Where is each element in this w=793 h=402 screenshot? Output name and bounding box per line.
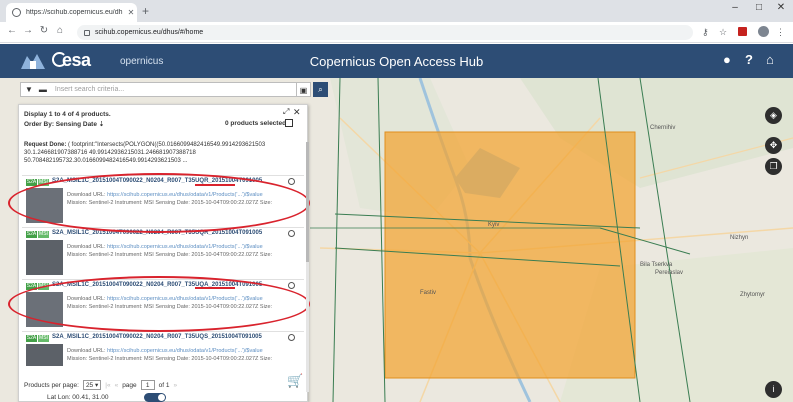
close-tab-icon[interactable]: ✕ — [125, 8, 137, 17]
map-label: Bila Tserkva — [640, 262, 673, 268]
help-icon[interactable]: ? — [745, 52, 753, 67]
page-input[interactable]: 1 — [140, 380, 155, 390]
menu-icon[interactable]: ⋮ — [776, 27, 785, 38]
scrollbar-thumb[interactable] — [306, 142, 309, 262]
underline-mark — [195, 287, 235, 289]
download-link[interactable]: https://scihub.copernicus.eu/dhus/odata/… — [107, 244, 263, 250]
profile-avatar[interactable] — [758, 26, 769, 37]
next-page-icon[interactable]: » — [174, 382, 178, 389]
select-radio[interactable] — [288, 178, 295, 185]
minimize-icon[interactable]: – — [728, 2, 742, 13]
extension-icon[interactable] — [738, 27, 747, 36]
copy-icon[interactable]: ❐ — [765, 158, 782, 175]
save-search-icon[interactable]: ▣ — [296, 82, 311, 97]
highlight-ellipse — [8, 173, 310, 233]
layers-icon[interactable]: ◈ — [765, 107, 782, 124]
lock-icon — [84, 29, 90, 36]
pagination: Products per page: 25 ▾ |« « page 1 of 1… — [24, 380, 177, 390]
per-page-select[interactable]: 25 ▾ — [82, 380, 102, 390]
key-icon[interactable]: ⚷ — [702, 27, 709, 38]
mission-badge: S2A — [26, 231, 37, 238]
download-line: Download URL: https://scihub.copernicus.… — [67, 244, 263, 250]
coordinate-toggle[interactable] — [144, 393, 166, 402]
browser-tabstrip: https://scihub.copernicus.eu/dh ✕ + – □ … — [0, 0, 793, 22]
select-radio[interactable] — [288, 282, 295, 289]
select-radio[interactable] — [288, 334, 295, 341]
sort-icon[interactable]: ⇣ — [99, 121, 104, 128]
instrument-badge: MSI — [38, 335, 49, 342]
page-title: Copernicus Open Access Hub — [309, 54, 484, 69]
home-nav-icon[interactable]: ⌂ — [766, 52, 774, 67]
select-radio[interactable] — [288, 230, 295, 237]
close-window-icon[interactable]: ✕ — [774, 2, 788, 13]
info-icon[interactable]: i — [765, 381, 782, 398]
results-count: Display 1 to 4 of 4 products. — [24, 111, 111, 118]
underline-mark — [195, 184, 235, 186]
list-item[interactable]: S2A MSI S2A_MSIL1C_20151004T090022_N0204… — [22, 331, 304, 381]
pan-icon[interactable]: ✥ — [765, 137, 782, 154]
search-icon[interactable]: ⌕ — [313, 82, 328, 97]
close-icon[interactable]: ✕ — [293, 107, 301, 118]
request-summary: Request Done: ( footprint:"Intersects(PO… — [24, 141, 302, 165]
forward-icon[interactable]: → — [22, 25, 34, 36]
browser-toolbar: ← → ↻ ⌂ scihub.copernicus.eu/dhus/#/home… — [0, 22, 793, 43]
select-all-checkbox[interactable] — [285, 119, 293, 127]
star-icon[interactable]: ☆ — [719, 27, 727, 38]
quicklook-thumbnail[interactable] — [26, 240, 63, 275]
cart-icon[interactable]: 🛒 — [287, 373, 303, 389]
per-page-label: Products per page: — [24, 381, 79, 389]
order-by-text: Order By: Sensing Date — [24, 121, 97, 128]
address-bar[interactable]: scihub.copernicus.eu/dhus/#/home — [77, 25, 693, 40]
map-label: Chernihiv — [650, 125, 676, 131]
first-page-icon[interactable]: |« — [105, 382, 110, 389]
mission-badge: S2A — [26, 335, 37, 342]
map-label: Kyiv — [488, 222, 500, 228]
product-meta: Mission: Sentinel-2 Instrument: MSI Sens… — [67, 252, 273, 258]
page-label: page — [122, 381, 137, 389]
globe-icon — [12, 8, 21, 17]
quicklook-thumbnail[interactable] — [26, 344, 63, 366]
instrument-badge: MSI — [38, 231, 49, 238]
url-text: scihub.copernicus.eu/dhus/#/home — [95, 29, 204, 36]
filter-icon[interactable]: ▼ — [25, 85, 33, 94]
download-link[interactable]: https://scihub.copernicus.eu/dhus/odata/… — [107, 348, 263, 354]
request-label: Request Done: — [24, 142, 67, 148]
user-icon[interactable]: ● — [723, 52, 731, 67]
order-by-label[interactable]: Order By: Sensing Date ⇣ — [24, 120, 104, 128]
highlight-ellipse — [8, 276, 310, 332]
map-label: Nizhyn — [730, 235, 749, 241]
search-input[interactable]: Insert search criteria... — [55, 86, 124, 93]
selected-count: 0 products selected — [225, 120, 287, 127]
tab-title: https://scihub.copernicus.eu/dh — [26, 9, 123, 16]
latlon-readout: Lat Lon: 00.41, 31.00 — [47, 394, 109, 401]
download-line: Download URL: https://scihub.copernicus.… — [67, 348, 263, 354]
results-panel: Display 1 to 4 of 4 products. Order By: … — [18, 104, 308, 402]
menu-toggle-icon[interactable]: ▬ — [39, 85, 47, 94]
search-bar[interactable]: ▼ ▬ Insert search criteria... — [20, 82, 310, 97]
browser-tab[interactable]: https://scihub.copernicus.eu/dh ✕ — [6, 3, 137, 22]
back-icon[interactable]: ← — [6, 25, 18, 36]
plus-icon[interactable]: + — [142, 4, 149, 18]
maximize-icon[interactable]: □ — [752, 2, 766, 13]
map-label: Pereiaslav — [655, 270, 684, 276]
reload-icon[interactable]: ↻ — [38, 25, 50, 36]
map-label: Fastiv — [420, 290, 437, 296]
page-of-label: of 1 — [158, 381, 170, 389]
product-meta: Mission: Sentinel-2 Instrument: MSI Sens… — [67, 356, 273, 362]
prev-page-icon[interactable]: « — [115, 382, 119, 389]
map-label: Zhytomyr — [740, 292, 766, 298]
product-title[interactable]: S2A_MSIL1C_20151004T090022_N0204_R007_T3… — [52, 334, 262, 340]
expand-icon[interactable]: ⤢ — [283, 107, 289, 117]
list-item[interactable]: S2A MSI S2A_MSIL1C_20151004T090022_N0204… — [22, 227, 304, 277]
home-icon[interactable]: ⌂ — [54, 25, 66, 36]
